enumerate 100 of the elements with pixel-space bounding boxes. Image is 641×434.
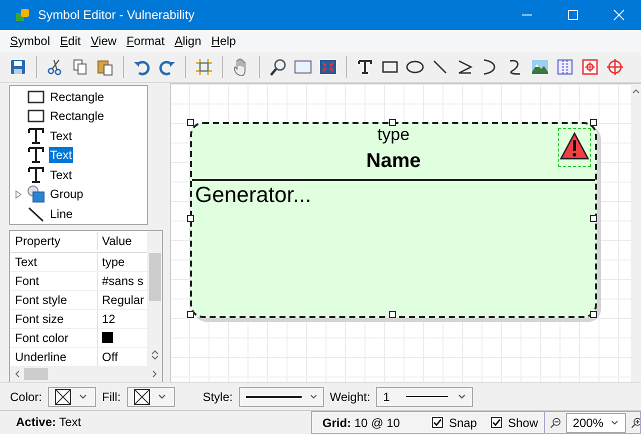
color-swatch[interactable] [102, 332, 113, 343]
tree-item[interactable]: Text [49, 166, 74, 183]
maximize-icon[interactable] [567, 9, 579, 21]
redo-icon[interactable] [158, 58, 176, 76]
weight-dropdown[interactable]: 1 [376, 386, 474, 406]
property-value[interactable]: #sans s [98, 272, 144, 290]
landscape-icon[interactable] [531, 58, 549, 76]
polyline-tool-icon[interactable] [456, 58, 474, 76]
tree-item[interactable]: Text [49, 128, 74, 144]
magnifier-icon[interactable] [269, 58, 287, 76]
field-label: Weight: [330, 390, 370, 404]
property-name: Underline [10, 348, 98, 366]
scroll-up-icon[interactable] [632, 88, 640, 94]
scroll-down-icon[interactable] [150, 354, 158, 360]
grid-status: Grid: 10 @ 10 [322, 416, 400, 430]
paste-icon[interactable] [96, 58, 114, 76]
caret-icon [310, 394, 317, 400]
menu-item[interactable]: Edit [60, 34, 81, 48]
tree-item[interactable]: Rectangle [49, 88, 106, 105]
rectangle-icon[interactable] [294, 58, 312, 76]
resize-handle[interactable] [187, 215, 194, 222]
property-name: Font color [10, 328, 98, 346]
crop-icon[interactable] [195, 58, 213, 76]
tree-item[interactable]: Line [49, 206, 74, 222]
solid-line-icon [246, 394, 302, 398]
menu-item[interactable]: Help [211, 34, 236, 48]
caret-icon [79, 394, 88, 400]
property-name: Font [10, 272, 98, 290]
resize-handle[interactable] [590, 119, 597, 126]
tree-item[interactable]: Group [49, 186, 84, 202]
menu-item[interactable]: View [90, 34, 117, 48]
resize-handle[interactable] [590, 311, 597, 318]
crosshair-icon[interactable] [606, 58, 624, 76]
line-icon [27, 204, 45, 223]
checkbox-label[interactable]: Show [508, 416, 538, 430]
scrollbar-thumb[interactable] [148, 252, 160, 300]
body-text[interactable]: Generator... [192, 182, 595, 208]
horizontal-scrollbar[interactable] [10, 366, 162, 382]
window-title: Symbol Editor - Vulnerability [38, 8, 196, 22]
menu-item[interactable]: Format [126, 34, 165, 48]
scroll-up-icon[interactable] [150, 348, 158, 354]
group-icon [27, 185, 45, 204]
resize-handle[interactable] [187, 311, 194, 318]
active-status: Active: Text [15, 414, 82, 431]
app-icon [16, 8, 30, 22]
menu-item[interactable]: Align [174, 34, 202, 48]
type-label[interactable]: type [377, 125, 410, 145]
columns-icon[interactable] [556, 58, 574, 76]
fill-dropdown[interactable] [126, 386, 175, 406]
text-icon [27, 146, 45, 164]
no-color-icon [55, 388, 72, 404]
property-value[interactable]: type [98, 252, 125, 270]
field-label: Fill: [102, 390, 121, 404]
column-header[interactable]: Value [98, 232, 132, 250]
caret-icon [458, 394, 466, 400]
expand-arrow-icon[interactable] [15, 190, 22, 199]
zoom-in-icon[interactable] [630, 416, 640, 430]
caret-icon [611, 420, 619, 426]
scroll-left-icon[interactable] [14, 370, 20, 378]
anchor-box-icon[interactable] [581, 58, 599, 76]
field-label: Style: [202, 390, 233, 404]
scrollbar-thumb[interactable] [24, 368, 48, 380]
text-icon [27, 166, 45, 184]
checkbox-label[interactable]: Snap [448, 416, 477, 430]
property-name: Font style [10, 290, 98, 308]
vertical-scrollbar[interactable] [631, 84, 641, 382]
color-dropdown[interactable] [48, 386, 96, 406]
drawing-canvas[interactable]: type Name Generator... [170, 83, 641, 382]
menu-item[interactable]: Symbol [10, 34, 50, 48]
tree-item[interactable]: Rectangle [49, 108, 106, 124]
ellipse-tool-icon[interactable] [406, 58, 424, 76]
scroll-right-icon[interactable] [152, 370, 158, 378]
resize-handle[interactable] [388, 119, 396, 126]
save-icon[interactable] [9, 58, 27, 76]
resize-handle[interactable] [590, 215, 597, 222]
zoom-dropdown[interactable]: 200% [566, 412, 626, 432]
fit-icon[interactable] [319, 58, 337, 76]
undo-icon[interactable] [133, 58, 151, 76]
copy-icon[interactable] [71, 58, 89, 76]
text-tool-icon[interactable] [356, 58, 374, 76]
check-icon [492, 418, 501, 427]
vertical-scrollbar[interactable] [147, 230, 162, 366]
name-label[interactable]: Name [366, 148, 421, 174]
property-value[interactable]: 12 [98, 310, 116, 328]
style-dropdown[interactable] [238, 386, 324, 406]
tree-item[interactable]: Text [49, 147, 74, 164]
resize-handle[interactable] [388, 311, 396, 318]
column-header[interactable]: Property [10, 232, 98, 250]
property-value[interactable]: Off [98, 348, 118, 366]
zoom-out-icon[interactable] [550, 416, 561, 430]
field-label: Color: [10, 390, 42, 404]
checkbox[interactable] [432, 417, 443, 428]
check-icon [432, 418, 442, 427]
scissors-icon[interactable] [46, 58, 64, 76]
close-icon[interactable] [613, 9, 625, 21]
line-tool-icon[interactable] [431, 58, 449, 76]
checkbox[interactable] [490, 417, 502, 428]
property-value[interactable]: Regular [98, 290, 144, 308]
resize-handle[interactable] [187, 119, 194, 126]
thin-line-icon [406, 395, 448, 398]
